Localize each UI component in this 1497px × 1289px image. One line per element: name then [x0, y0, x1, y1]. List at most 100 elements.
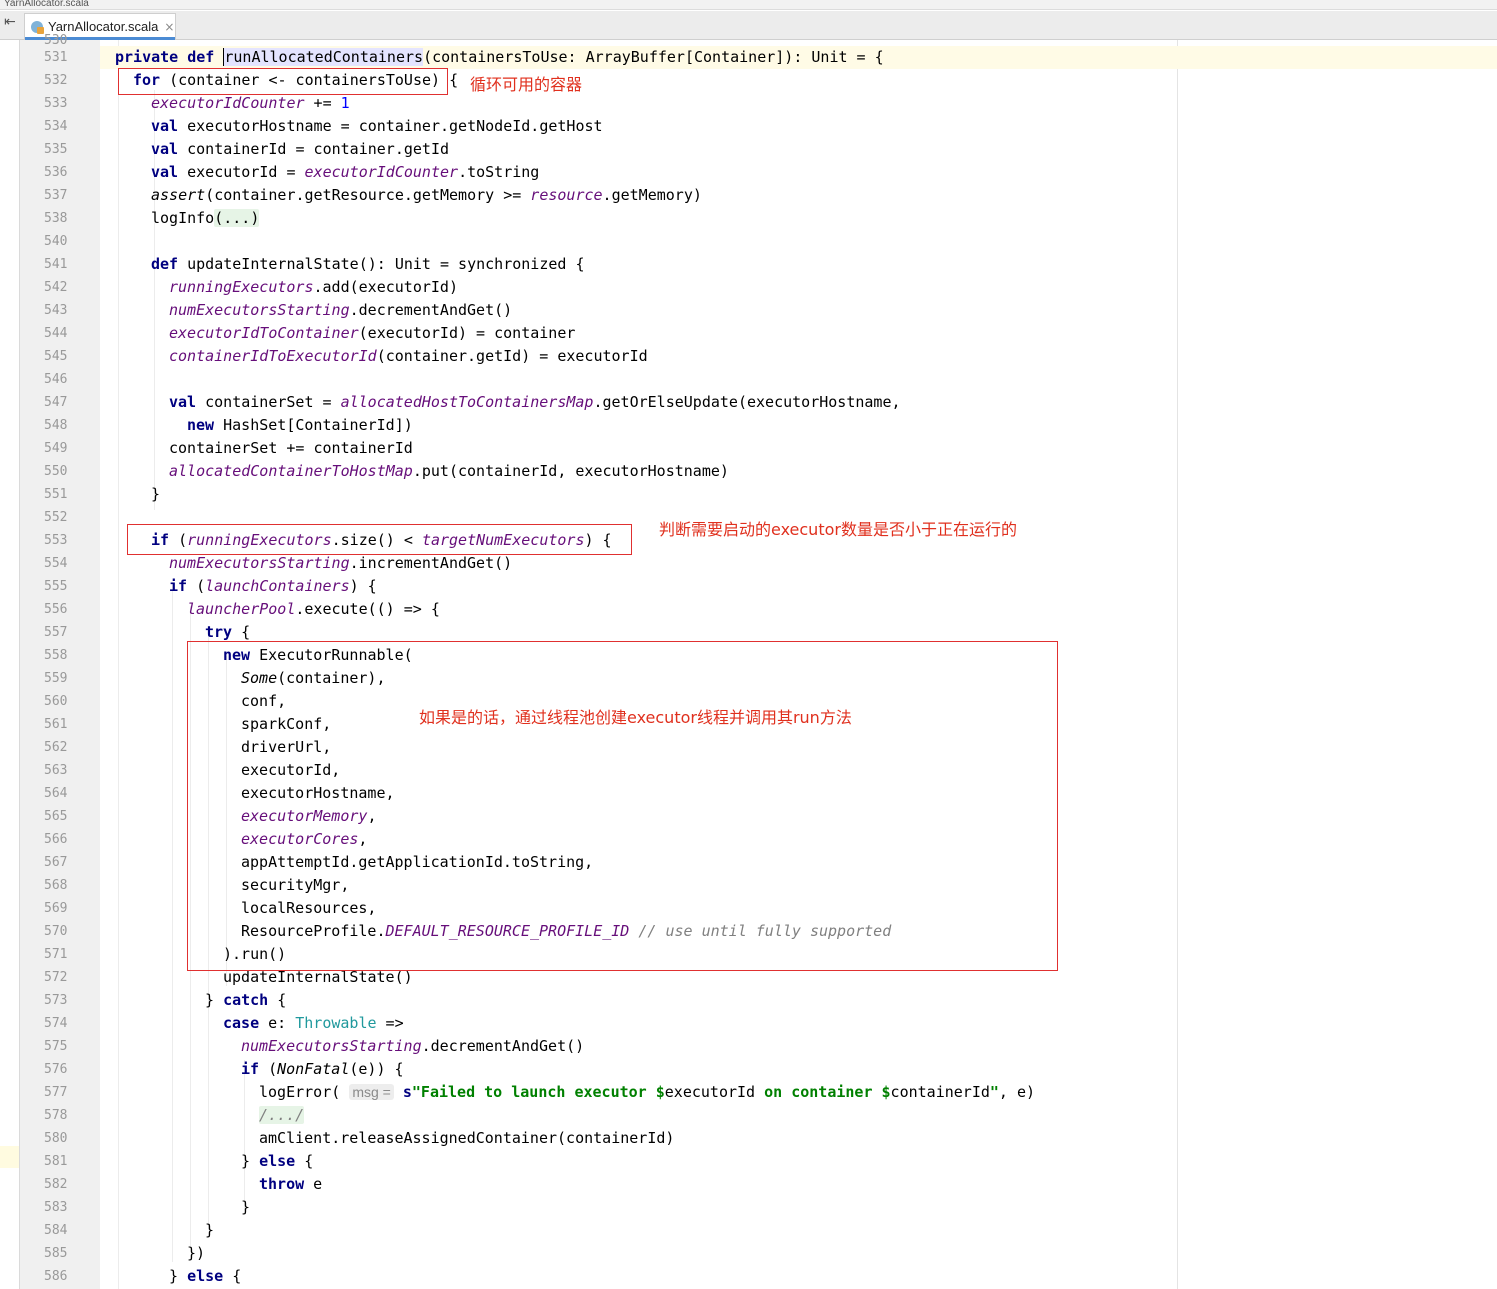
line-number: 581	[44, 1154, 68, 1169]
code-line[interactable]: numExecutorsStarting.incrementAndGet()	[100, 552, 1497, 575]
editor-tab-bar: ⇤ YarnAllocator.scala ×	[0, 11, 1497, 40]
code-line[interactable]: def updateInternalState(): Unit = synchr…	[100, 253, 1497, 276]
line-number: 533	[44, 96, 68, 111]
line-number: 559	[44, 671, 68, 686]
change-marker-strip	[0, 40, 19, 1289]
line-number: 544	[44, 326, 68, 341]
line-number-gutter[interactable]: 530 531 532 533 534 535 536 537 538 540 541 542 543 5…	[19, 33, 115, 1289]
annotation-box-check	[127, 524, 632, 555]
line-number: 532	[44, 73, 68, 88]
code-line[interactable]: } else {	[100, 1265, 1497, 1288]
code-line[interactable]: amClient.releaseAssignedContainer(contai…	[100, 1127, 1497, 1150]
line-number: 547	[44, 395, 68, 410]
code-line[interactable]: containerSet += containerId	[100, 437, 1497, 460]
scala-file-icon	[31, 20, 44, 34]
code-line[interactable]: val executorId = executorIdCounter.toStr…	[100, 161, 1497, 184]
line-number: 541	[44, 257, 68, 272]
line-number: 550	[44, 464, 68, 479]
line-number: 584	[44, 1223, 68, 1238]
code-line[interactable]: logInfo(...)	[100, 207, 1497, 230]
line-number: 585	[44, 1246, 68, 1261]
line-number: 535	[44, 142, 68, 157]
code-line[interactable]: logError( msg = s"Failed to launch execu…	[100, 1081, 1497, 1104]
code-line[interactable]: throw e	[100, 1173, 1497, 1196]
code-line[interactable]: } catch {	[100, 989, 1497, 1012]
caret-line-marker	[0, 1146, 19, 1168]
line-number: 554	[44, 556, 68, 571]
code-line[interactable]: allocatedContainerToHostMap.put(containe…	[100, 460, 1497, 483]
code-line[interactable]: private def runAllocatedContainers(conta…	[100, 46, 1497, 69]
line-number: 578	[44, 1108, 68, 1123]
line-number: 573	[44, 993, 68, 1008]
code-line[interactable]: executorIdCounter += 1	[100, 92, 1497, 115]
line-number: 561	[44, 717, 68, 732]
line-number: 562	[44, 740, 68, 755]
line-number: 558	[44, 648, 68, 663]
code-line[interactable]: })	[100, 1242, 1497, 1265]
code-line[interactable]	[100, 230, 1497, 253]
code-line[interactable]: }	[100, 1196, 1497, 1219]
line-number: 536	[44, 165, 68, 180]
code-line[interactable]: /.../	[100, 1104, 1497, 1127]
line-number: 568	[44, 878, 68, 893]
code-line[interactable]: val executorHostname = container.getNode…	[100, 115, 1497, 138]
line-number: 583	[44, 1200, 68, 1215]
line-number: 542	[44, 280, 68, 295]
code-line[interactable]: launcherPool.execute(() => {	[100, 598, 1497, 621]
line-number: 567	[44, 855, 68, 870]
code-line[interactable]: numExecutorsStarting.decrementAndGet()	[100, 1035, 1497, 1058]
line-number: 582	[44, 1177, 68, 1192]
scroll-tabs-left-icon[interactable]: ⇤	[4, 14, 16, 30]
line-number: 531	[44, 50, 68, 65]
code-line[interactable]: case e: Throwable =>	[100, 1012, 1497, 1035]
line-number: 580	[44, 1131, 68, 1146]
window-title-bar: YarnAllocator.scala	[0, 0, 1497, 10]
annotation-box-create	[187, 641, 1058, 971]
line-number: 546	[44, 372, 68, 387]
line-number: 538	[44, 211, 68, 226]
code-line[interactable]: val containerSet = allocatedHostToContai…	[100, 391, 1497, 414]
line-number: 549	[44, 441, 68, 456]
line-number: 565	[44, 809, 68, 824]
line-number: 577	[44, 1085, 68, 1100]
annotation-note-check: 判断需要启动的executor数量是否小于正在运行的	[659, 520, 1017, 539]
code-line[interactable]: runningExecutors.add(executorId)	[100, 276, 1497, 299]
line-number: 572	[44, 970, 68, 985]
line-number: 571	[44, 947, 68, 962]
close-tab-icon[interactable]: ×	[164, 20, 174, 34]
line-number: 574	[44, 1016, 68, 1031]
line-number: 557	[44, 625, 68, 640]
line-number: 548	[44, 418, 68, 433]
line-number: 540	[44, 234, 68, 249]
line-number: 564	[44, 786, 68, 801]
line-number: 553	[44, 533, 68, 548]
code-line[interactable]: assert(container.getResource.getMemory >…	[100, 184, 1497, 207]
annotation-box-loop	[118, 68, 448, 95]
line-number: 569	[44, 901, 68, 916]
line-number: 555	[44, 579, 68, 594]
line-number: 586	[44, 1269, 68, 1284]
code-line[interactable]: if (NonFatal(e)) {	[100, 1058, 1497, 1081]
code-line[interactable]: numExecutorsStarting.decrementAndGet()	[100, 299, 1497, 322]
line-number: 566	[44, 832, 68, 847]
window-title: YarnAllocator.scala	[4, 0, 89, 9]
code-line[interactable]: }	[100, 1219, 1497, 1242]
code-line[interactable]: containerIdToExecutorId(container.getId)…	[100, 345, 1497, 368]
code-line[interactable]: } else {	[100, 1150, 1497, 1173]
code-line[interactable]: if (launchContainers) {	[100, 575, 1497, 598]
line-number: 551	[44, 487, 68, 502]
annotation-note-loop: 循环可用的容器	[470, 75, 583, 94]
line-number: 552	[44, 510, 68, 525]
code-line[interactable]: executorIdToContainer(executorId) = cont…	[100, 322, 1497, 345]
line-number: 575	[44, 1039, 68, 1054]
line-number: 576	[44, 1062, 68, 1077]
code-line[interactable]	[100, 368, 1497, 391]
line-number: 563	[44, 763, 68, 778]
code-line[interactable]: }	[100, 483, 1497, 506]
line-number: 543	[44, 303, 68, 318]
line-number: 545	[44, 349, 68, 364]
line-number: 560	[44, 694, 68, 709]
code-line[interactable]: new HashSet[ContainerId])	[100, 414, 1497, 437]
line-number: 570	[44, 924, 68, 939]
code-line[interactable]: val containerId = container.getId	[100, 138, 1497, 161]
